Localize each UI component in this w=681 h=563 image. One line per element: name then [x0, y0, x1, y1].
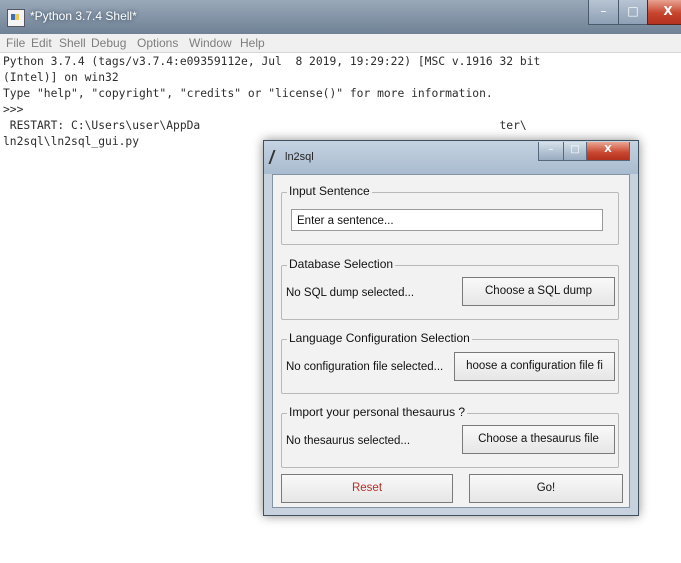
- reset-button[interactable]: Reset: [281, 474, 453, 503]
- database-selection-group: Database Selection No SQL dump selected.…: [281, 257, 619, 320]
- shell-window-title: *Python 3.7.4 Shell*: [30, 9, 137, 23]
- shell-output-text: Python 3.7.4 (tags/v3.7.4:e09359112e, Ju…: [3, 55, 541, 148]
- dialog-close-button[interactable]: X: [586, 142, 630, 161]
- menu-options[interactable]: Options: [137, 36, 178, 50]
- dialog-maximize-button[interactable]: □: [563, 142, 587, 161]
- go-button[interactable]: Go!: [469, 474, 623, 503]
- sql-dump-status: No SQL dump selected...: [286, 287, 415, 299]
- language-configuration-group: Language Configuration Selection No conf…: [281, 331, 619, 394]
- menu-window[interactable]: Window: [189, 36, 232, 50]
- menu-shell[interactable]: Shell: [59, 36, 86, 50]
- dialog-body: Input Sentence Enter a sentence... Datab…: [272, 174, 630, 508]
- thesaurus-label: Import your personal thesaurus ?: [287, 405, 468, 419]
- input-sentence-group: Input Sentence Enter a sentence...: [281, 184, 619, 245]
- thesaurus-group: Import your personal thesaurus ? No thes…: [281, 405, 619, 468]
- choose-configuration-file-button[interactable]: hoose a configuration file fi: [454, 352, 615, 381]
- input-sentence-label: Input Sentence: [287, 184, 372, 198]
- configuration-status: No configuration file selected...: [286, 361, 444, 373]
- menu-edit[interactable]: Edit: [31, 36, 52, 50]
- sentence-input[interactable]: Enter a sentence...: [291, 209, 603, 231]
- dialog-title: ln2sql: [285, 151, 314, 163]
- menu-file[interactable]: File: [6, 36, 25, 50]
- menu-debug[interactable]: Debug: [91, 36, 126, 50]
- minimize-button[interactable]: –: [588, 0, 619, 25]
- thesaurus-status: No thesaurus selected...: [286, 435, 411, 447]
- tk-feather-icon: [268, 150, 285, 164]
- language-configuration-label: Language Configuration Selection: [287, 331, 472, 345]
- database-selection-label: Database Selection: [287, 257, 396, 271]
- choose-thesaurus-file-button[interactable]: Choose a thesaurus file: [462, 425, 615, 454]
- maximize-button[interactable]: □: [618, 0, 648, 25]
- python-app-icon: [7, 9, 25, 27]
- shell-menu-bar: File Edit Shell Debug Options Window Hel…: [0, 34, 681, 53]
- ln2sql-dialog: ln2sql – □ X Input Sentence Enter a sent…: [263, 140, 639, 516]
- dialog-title-bar[interactable]: ln2sql – □ X: [264, 141, 638, 174]
- close-button[interactable]: X: [647, 0, 681, 25]
- shell-title-bar[interactable]: *Python 3.7.4 Shell* – □ X: [0, 0, 681, 34]
- menu-help[interactable]: Help: [240, 36, 265, 50]
- choose-sql-dump-button[interactable]: Choose a SQL dump: [462, 277, 615, 306]
- dialog-minimize-button[interactable]: –: [538, 142, 564, 161]
